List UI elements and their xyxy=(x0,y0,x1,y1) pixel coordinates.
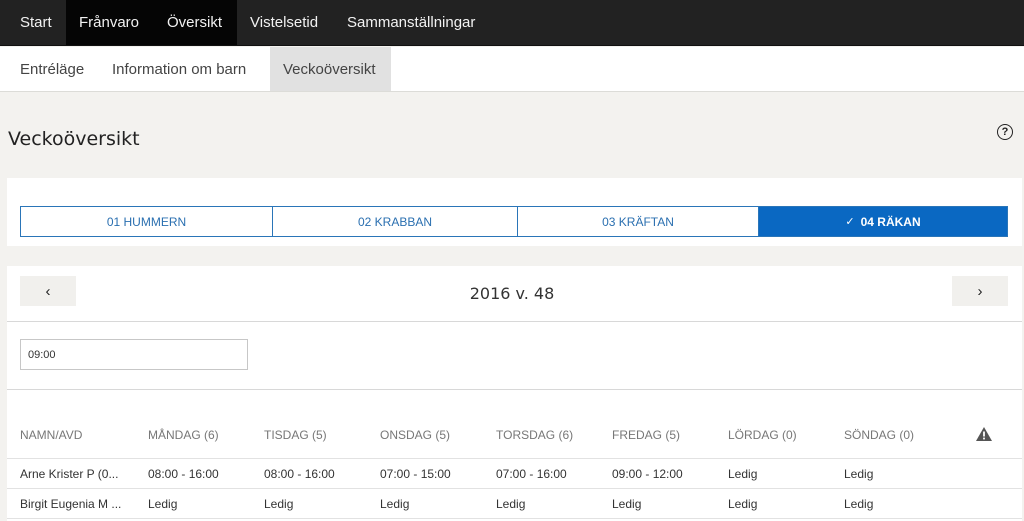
subnav-item-entrelage[interactable]: Entréläge xyxy=(0,47,99,91)
table-header-row: NAMN/AVD MÅNDAG (6) TISDAG (5) ONSDAG (5… xyxy=(7,390,1022,459)
topnav-item-start[interactable]: Start xyxy=(0,0,66,45)
next-week-button[interactable]: › xyxy=(952,276,1008,306)
cell-monday: Ledig xyxy=(148,497,178,511)
sub-navigation: Entréläge Information om barn Veckoövers… xyxy=(0,47,1024,92)
help-icon[interactable]: ? xyxy=(997,124,1013,140)
table-row[interactable]: Birgit Eugenia M ... Ledig Ledig Ledig L… xyxy=(7,489,1022,519)
column-header-thursday[interactable]: TORSDAG (6) xyxy=(496,428,573,442)
cell-name[interactable]: Arne Krister P (0... xyxy=(20,467,132,481)
top-navigation: Start Frånvaro Översikt Vistelsetid Samm… xyxy=(0,0,1024,46)
warning-triangle-icon[interactable] xyxy=(976,427,992,441)
cell-thursday: 07:00 - 16:00 xyxy=(496,467,567,481)
page-title: Veckoöversikt xyxy=(8,128,140,150)
column-header-tuesday[interactable]: TISDAG (5) xyxy=(264,428,327,442)
divider xyxy=(7,321,1022,322)
group-tab-hummern[interactable]: 01 HUMMERN xyxy=(21,207,273,236)
table-row[interactable]: Arne Krister P (0... 08:00 - 16:00 08:00… xyxy=(7,459,1022,489)
group-tab-kraftan[interactable]: 03 KRÄFTAN xyxy=(518,207,759,236)
cell-saturday: Ledig xyxy=(728,467,758,481)
time-filter-input[interactable] xyxy=(20,339,248,370)
column-header-wednesday[interactable]: ONSDAG (5) xyxy=(380,428,450,442)
cell-saturday: Ledig xyxy=(728,497,758,511)
group-tab-label: 03 KRÄFTAN xyxy=(602,214,674,229)
week-label: 2016 v. 48 xyxy=(469,284,555,303)
cell-wednesday: Ledig xyxy=(380,497,410,511)
topnav-item-vistelsetid[interactable]: Vistelsetid xyxy=(237,0,334,45)
cell-wednesday: 07:00 - 15:00 xyxy=(380,467,451,481)
chevron-right-icon: › xyxy=(977,282,983,300)
column-header-saturday[interactable]: LÖRDAG (0) xyxy=(728,428,797,442)
group-tab-label: 01 HUMMERN xyxy=(106,214,187,229)
cell-sunday: Ledig xyxy=(844,467,874,481)
cell-friday: 09:00 - 12:00 xyxy=(612,467,683,481)
topnav-item-sammanstallningar[interactable]: Sammanställningar xyxy=(334,0,488,45)
subnav-item-veckooversikt[interactable]: Veckoöversikt xyxy=(270,47,391,91)
group-tab-rakan[interactable]: ✓ 04 RÄKAN xyxy=(759,207,1007,236)
cell-name[interactable]: Birgit Eugenia M ... xyxy=(20,497,132,511)
cell-thursday: Ledig xyxy=(496,497,526,511)
column-header-name[interactable]: NAMN/AVD xyxy=(20,428,82,442)
cell-monday: 08:00 - 16:00 xyxy=(148,467,219,481)
group-selector: 01 HUMMERN 02 KRABBAN 03 KRÄFTAN ✓ 04 RÄ… xyxy=(20,206,1008,237)
cell-tuesday: 08:00 - 16:00 xyxy=(264,467,335,481)
column-header-sunday[interactable]: SÖNDAG (0) xyxy=(844,428,914,442)
topnav-item-franvaro[interactable]: Frånvaro xyxy=(66,0,154,45)
cell-friday: Ledig xyxy=(612,497,642,511)
group-tab-label: 04 RÄKAN xyxy=(860,214,921,229)
column-header-friday[interactable]: FREDAG (5) xyxy=(612,428,680,442)
column-header-monday[interactable]: MÅNDAG (6) xyxy=(148,428,219,442)
cell-tuesday: Ledig xyxy=(264,497,294,511)
subnav-item-information-om-barn[interactable]: Information om barn xyxy=(99,47,270,91)
group-tab-label: 02 KRABBAN xyxy=(357,214,433,229)
check-icon: ✓ xyxy=(845,216,855,228)
topnav-item-oversikt[interactable]: Översikt xyxy=(154,0,237,45)
cell-sunday: Ledig xyxy=(844,497,874,511)
group-tab-krabban[interactable]: 02 KRABBAN xyxy=(273,207,518,236)
